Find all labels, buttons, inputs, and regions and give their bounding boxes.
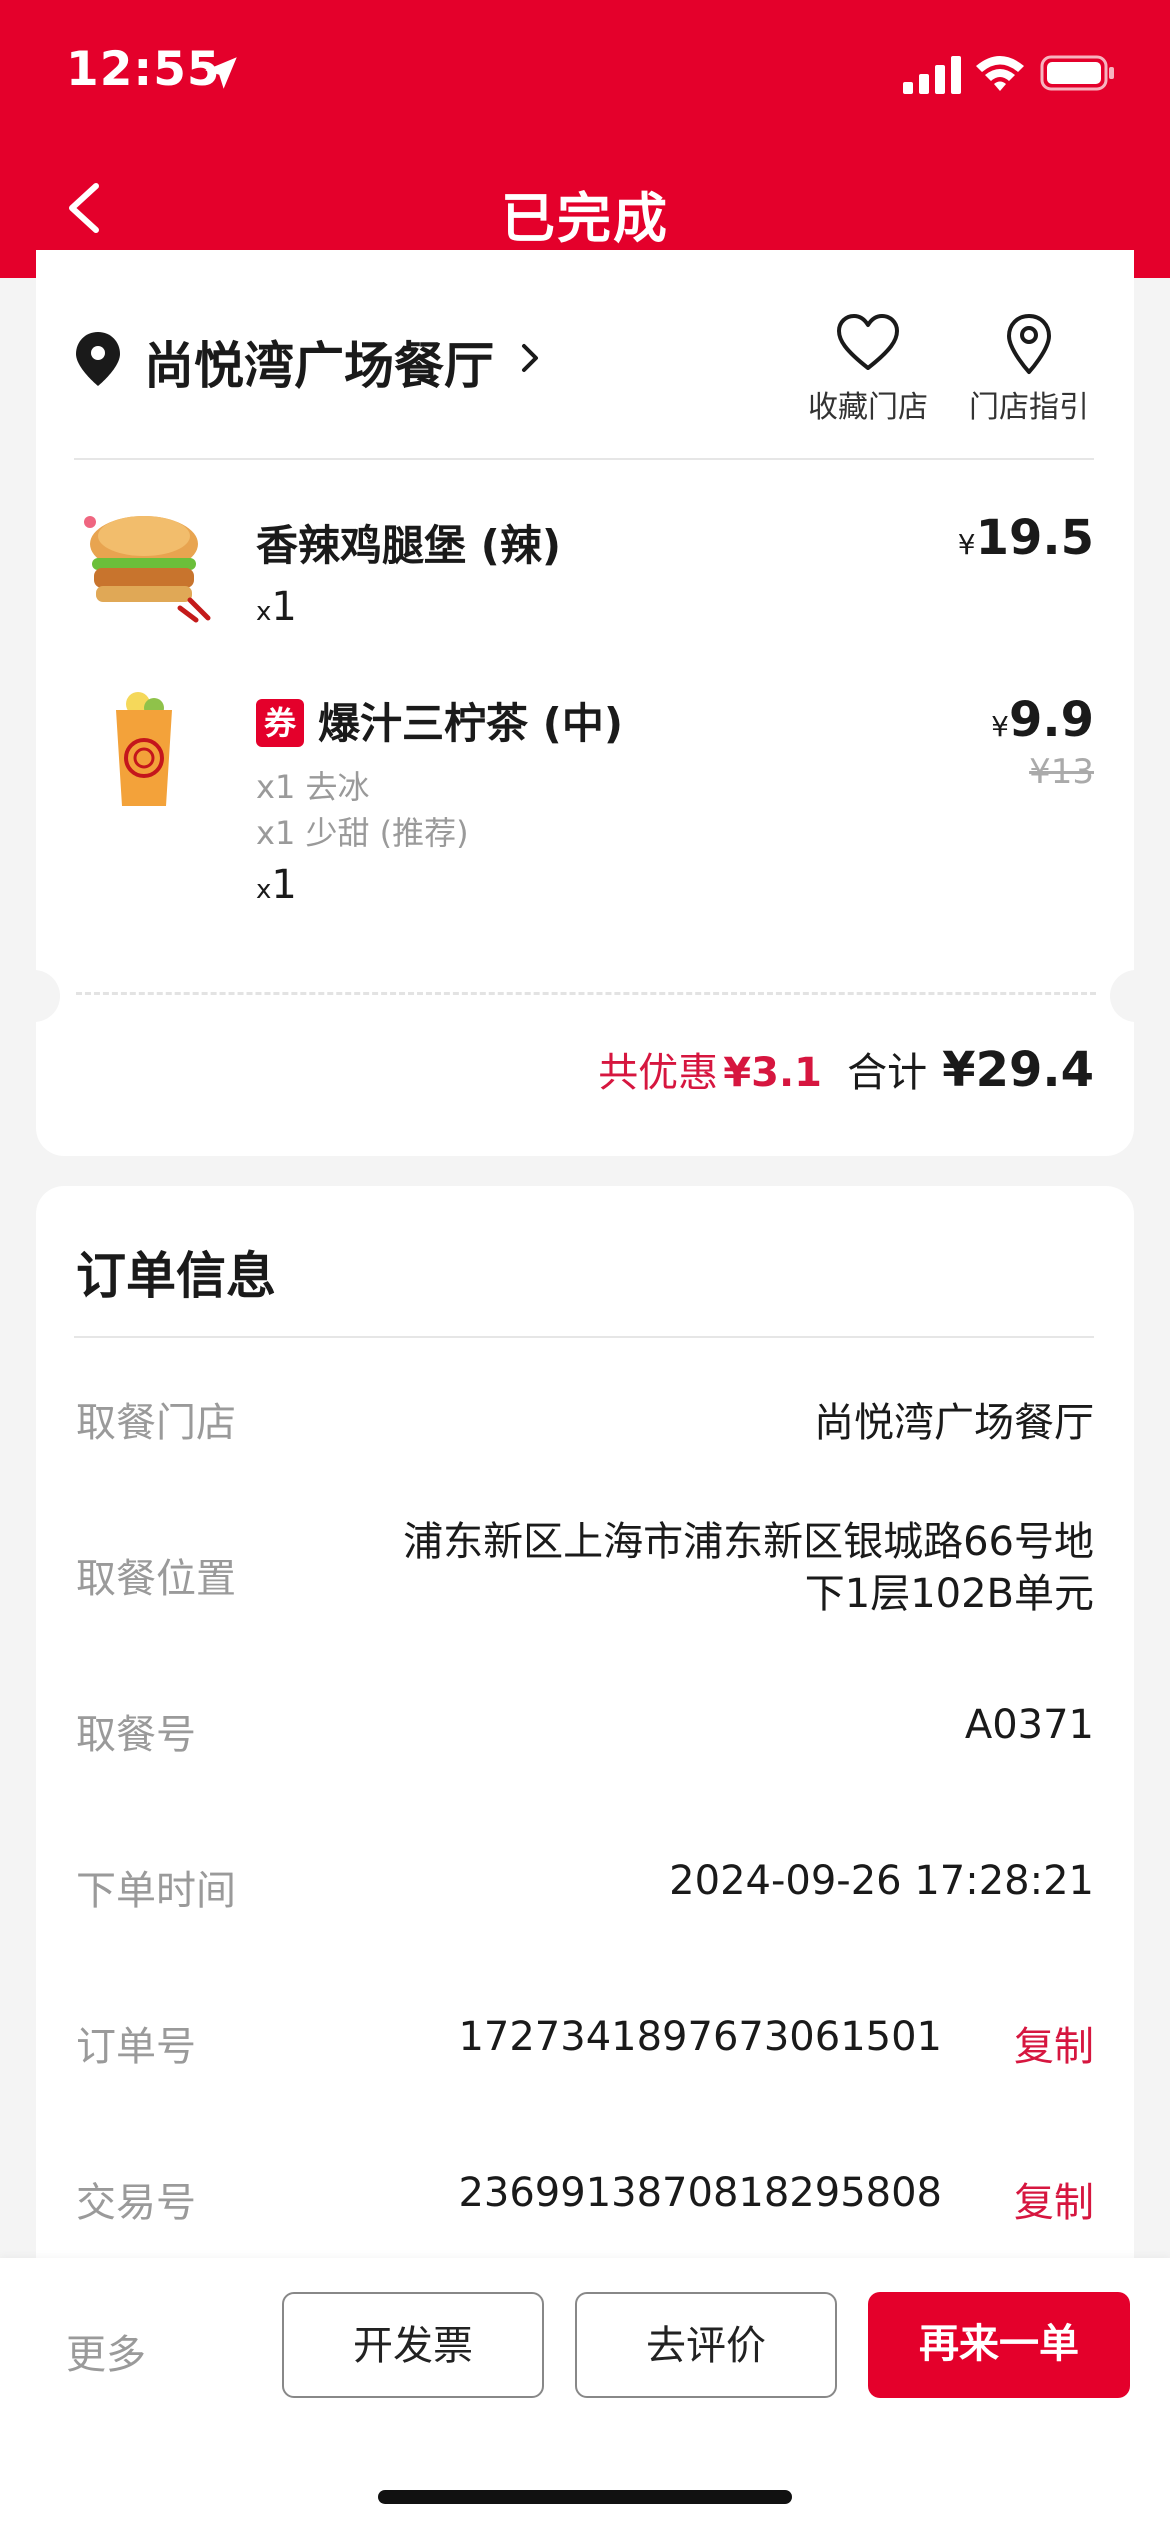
invoice-button[interactable]: 开发票: [282, 2292, 544, 2398]
order-items-card: 尚悦湾广场餐厅 收藏门店 门店指引 香辣鸡腿堡 (辣) x1 ¥19.5 券 爆…: [8, 250, 1162, 1156]
info-value: 浦东新区上海市浦东新区银城路66号地下1层102B单元: [403, 1519, 1094, 1617]
copy-order-number-button[interactable]: 复制: [1014, 2014, 1094, 2072]
chevron-right-icon[interactable]: [520, 340, 542, 376]
status-time: 12:55: [66, 42, 221, 97]
store-name-link[interactable]: 尚悦湾广场餐厅: [144, 326, 494, 398]
item-price: ¥19.5: [957, 510, 1094, 566]
dashed-divider: [76, 992, 1096, 995]
info-label: 交易号: [76, 2180, 196, 2226]
review-button[interactable]: 去评价: [575, 2292, 837, 2398]
discount-value: ¥3.1: [723, 1050, 822, 1096]
store-guide-button[interactable]: 门店指引: [959, 312, 1099, 426]
order-item: 券爆汁三柠茶 (中) x1 去冰 x1 少甜 (推荐) x1 ¥9.9 ¥13: [36, 690, 1134, 950]
favorite-store-label: 收藏门店: [808, 390, 928, 425]
info-label: 下单时间: [76, 1868, 236, 1914]
item-name-row: 券爆汁三柠茶 (中): [256, 690, 623, 751]
lemon-tea-thumbnail: [116, 692, 172, 806]
info-label: 订单号: [76, 2024, 196, 2070]
divider: [74, 458, 1094, 460]
info-value: A0371: [964, 1702, 1094, 1748]
favorite-store-button[interactable]: 收藏门店: [798, 312, 938, 426]
order-total-row: 共优惠 ¥3.1 合计 ¥29.4: [598, 1040, 1094, 1098]
item-original-price: ¥13: [1029, 752, 1094, 792]
copy-transaction-number-button[interactable]: 复制: [1014, 2170, 1094, 2228]
header-bar: 12:55 已完成: [0, 0, 1170, 278]
divider: [74, 1336, 1094, 1338]
total-value: ¥29.4: [942, 1042, 1094, 1098]
store-guide-label: 门店指引: [969, 390, 1089, 425]
nav-bar: 已完成: [0, 160, 1170, 260]
total-label: 合计: [847, 1050, 928, 1096]
order-item: 香辣鸡腿堡 (辣) x1 ¥19.5: [36, 500, 1134, 660]
map-pin-icon: [1007, 314, 1051, 374]
info-value: 1727341897673061501: [458, 2014, 942, 2060]
ticket-notch: [8, 970, 60, 1022]
location-arrow-icon: [205, 57, 237, 89]
item-quantity: x1: [256, 862, 297, 908]
home-indicator: [378, 2490, 792, 2504]
order-info-card: 订单信息 取餐门店 尚悦湾广场餐厅 取餐位置 浦东新区上海市浦东新区银城路66号…: [36, 1186, 1134, 2386]
item-name: 香辣鸡腿堡 (辣): [256, 521, 562, 570]
item-option: x1 去冰: [256, 768, 370, 806]
info-value: 2369913870818295808: [458, 2170, 942, 2216]
info-value: 尚悦湾广场餐厅: [814, 1400, 1094, 1446]
status-bar: 12:55: [0, 0, 1170, 150]
ticket-notch: [1110, 970, 1162, 1022]
info-label: 取餐位置: [76, 1556, 236, 1602]
item-option: x1 少甜 (推荐): [256, 814, 469, 852]
info-value: 2024-09-26 17:28:21: [669, 1858, 1094, 1904]
info-label: 取餐门店: [76, 1400, 236, 1446]
info-label: 取餐号: [76, 1712, 196, 1758]
item-quantity: x1: [256, 584, 297, 630]
battery-icon: [1040, 55, 1114, 91]
cellular-signal-icon: [903, 56, 961, 94]
item-name: 爆汁三柠茶 (中): [318, 699, 624, 748]
item-price: ¥9.9: [991, 692, 1094, 748]
coupon-badge: 券: [256, 698, 304, 747]
order-info-heading: 订单信息: [76, 1247, 276, 1305]
page-title: 已完成: [501, 187, 669, 250]
heart-icon: [837, 314, 899, 370]
reorder-button[interactable]: 再来一单: [868, 2292, 1130, 2398]
more-button[interactable]: 更多: [66, 2322, 146, 2380]
discount-label: 共优惠: [598, 1050, 719, 1096]
location-pin-icon: [76, 332, 120, 386]
wifi-icon: [976, 56, 1024, 91]
store-row: 尚悦湾广场餐厅 收藏门店 门店指引: [36, 250, 1134, 458]
burger-thumbnail: [84, 516, 211, 623]
